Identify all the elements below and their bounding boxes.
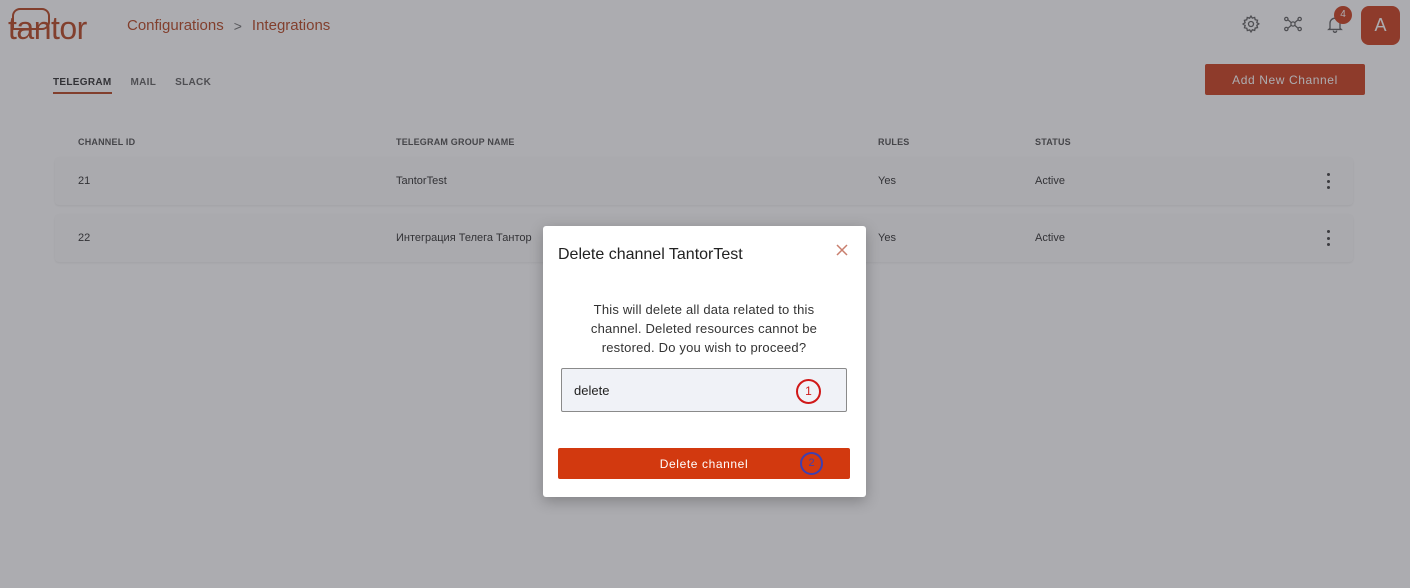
annotation-marker-2: 2 [800,452,823,475]
annotation-marker-1: 1 [796,379,821,404]
delete-channel-dialog: Delete channel TantorTest This will dele… [543,226,866,497]
close-icon[interactable] [834,242,850,258]
dialog-title: Delete channel TantorTest [558,246,743,263]
dialog-description: This will delete all data related to thi… [590,302,818,355]
